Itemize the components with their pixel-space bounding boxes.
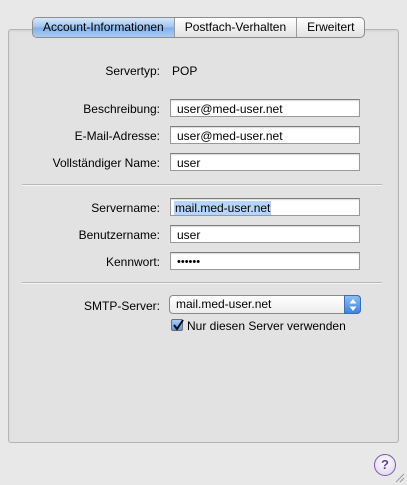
beschreibung-field[interactable]: user@med-user.net <box>170 99 360 117</box>
smtp-server-label: SMTP-Server: <box>83 299 160 313</box>
only-this-server-checkbox[interactable] <box>171 319 184 331</box>
checkmark-icon <box>173 319 184 331</box>
question-mark-icon: ? <box>381 457 389 472</box>
servername-selected-text: mail.med-user.net <box>174 201 272 215</box>
servername-field[interactable]: mail.med-user.net <box>170 198 360 216</box>
smtp-server-popup[interactable]: mail.med-user.net <box>169 295 361 314</box>
full-name-field[interactable]: user <box>170 153 360 171</box>
password-field[interactable]: •••••• <box>170 252 360 270</box>
account-preferences-window: Account-Informationen Postfach-Verhalten… <box>0 0 407 485</box>
beschreibung-label: Beschreibung: <box>83 102 160 116</box>
benutzername-label: Benutzername: <box>78 228 160 242</box>
section-divider <box>22 282 382 284</box>
only-this-server-label[interactable]: Nur diesen Server verwenden <box>187 319 346 333</box>
help-button[interactable]: ? <box>374 454 396 476</box>
tab-erweitert[interactable]: Erweitert <box>297 18 364 37</box>
resize-grip-icon[interactable] <box>394 472 405 483</box>
email-field[interactable]: user@med-user.net <box>170 126 360 144</box>
smtp-server-selected: mail.med-user.net <box>176 297 272 311</box>
up-down-arrows-icon <box>344 295 361 314</box>
section-divider <box>22 184 382 186</box>
tab-bar: Account-Informationen Postfach-Verhalten… <box>32 17 366 38</box>
full-name-label: Vollständiger Name: <box>52 156 160 170</box>
kennwort-label: Kennwort: <box>105 255 160 269</box>
servertyp-label: Servertyp: <box>105 64 160 78</box>
tab-account-informationen[interactable]: Account-Informationen <box>33 18 175 37</box>
tab-postfach-verhalten[interactable]: Postfach-Verhalten <box>175 18 298 37</box>
servername-label: Servername: <box>91 201 160 215</box>
email-label: E-Mail-Adresse: <box>74 129 160 143</box>
benutzername-field[interactable]: user <box>170 225 360 243</box>
servertyp-value: POP <box>172 64 198 78</box>
